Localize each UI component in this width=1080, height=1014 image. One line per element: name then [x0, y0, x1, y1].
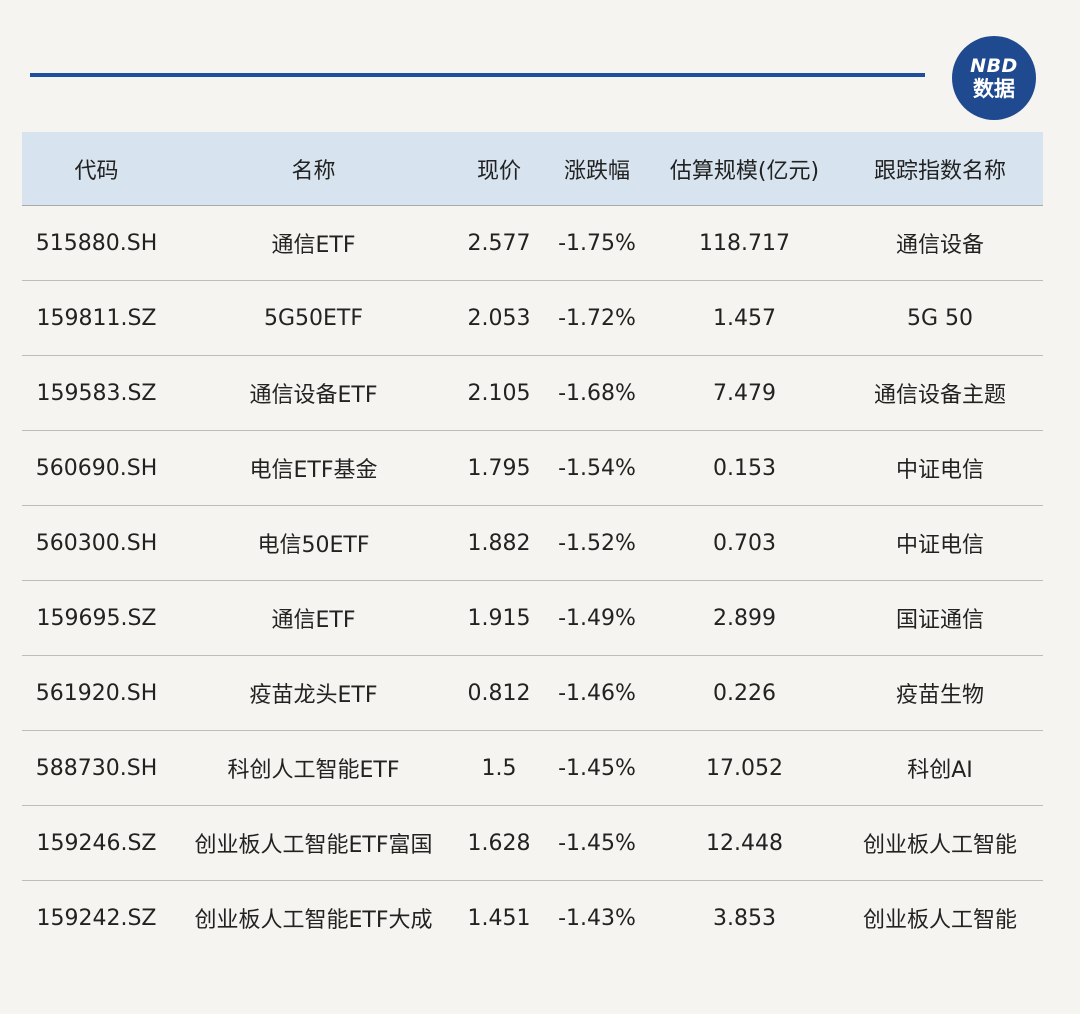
cell-price: 1.5	[456, 730, 542, 806]
cell-code: 560690.SH	[22, 430, 171, 506]
cell-size: 17.052	[652, 730, 837, 806]
cell-code: 159242.SZ	[36, 905, 157, 931]
nbd-data-logo: NBD 数据	[952, 36, 1036, 120]
cell-price: 1.795	[456, 430, 542, 506]
logo-line-1: NBD	[970, 54, 1018, 77]
cell-name: 电信ETF基金	[171, 430, 456, 506]
table-row: 159695.SZ 通信ETF 1.915 -1.49% 2.899 国证通信	[22, 580, 1043, 656]
cell-index: 创业板人工智能	[862, 908, 1017, 933]
cell-name: 通信ETF	[171, 205, 456, 281]
table-row: 159242.SZ 创业板人工智能ETF大成 1.451 -1.43% 3.853 创业板…	[22, 881, 1043, 956]
table-row: 560300.SH 电信50ETF 1.882 -1.52% 0.703 中证电信	[22, 505, 1043, 581]
cell-index: 科创AI	[837, 730, 1043, 806]
cell-change: -1.49%	[542, 580, 652, 656]
cell-code: 159695.SZ	[22, 580, 171, 656]
cell-price: 2.577	[456, 205, 542, 281]
cell-price: 1.628	[456, 805, 542, 881]
cell-change: -1.43%	[558, 905, 636, 931]
cell-code: 588730.SH	[22, 730, 171, 806]
cell-index: 中证电信	[837, 430, 1043, 506]
header-code: 代码	[22, 132, 171, 206]
cell-index: 通信设备	[837, 205, 1043, 281]
table-row: 515880.SH 通信ETF 2.577 -1.75% 118.717 通信设备	[22, 205, 1043, 281]
cell-change: -1.45%	[542, 730, 652, 806]
header-name: 名称	[171, 132, 456, 206]
header-change: 涨跌幅	[542, 132, 652, 206]
cell-index: 国证通信	[837, 580, 1043, 656]
cell-name: 科创人工智能ETF	[171, 730, 456, 806]
cell-size: 1.457	[652, 280, 837, 356]
cell-size: 0.153	[652, 430, 837, 506]
cell-code: 159811.SZ	[22, 280, 171, 356]
cell-code: 561920.SH	[22, 655, 171, 731]
table-row: 560690.SH 电信ETF基金 1.795 -1.54% 0.153 中证电信	[22, 430, 1043, 506]
cell-name: 5G50ETF	[171, 280, 456, 356]
cell-name: 疫苗龙头ETF	[171, 655, 456, 731]
cell-name: 通信设备ETF	[171, 355, 456, 431]
header-rule	[30, 73, 925, 77]
cell-size: 0.703	[652, 505, 837, 581]
cell-price: 0.812	[456, 655, 542, 731]
cell-name: 通信ETF	[171, 580, 456, 656]
cell-price: 2.053	[456, 280, 542, 356]
cell-code: 515880.SH	[22, 205, 171, 281]
cell-code: 159246.SZ	[22, 805, 171, 881]
table-row: 159246.SZ 创业板人工智能ETF富国 1.628 -1.45% 12.448 创业…	[22, 805, 1043, 881]
cell-index: 5G 50	[837, 280, 1043, 356]
cell-name: 创业板人工智能ETF富国	[171, 805, 456, 881]
cell-code: 560300.SH	[22, 505, 171, 581]
cell-index: 创业板人工智能	[837, 805, 1043, 881]
cell-size: 12.448	[652, 805, 837, 881]
header-price: 现价	[456, 132, 542, 206]
cell-price: 1.915	[456, 580, 542, 656]
cell-price: 1.451	[467, 905, 531, 931]
table-row: 159583.SZ 通信设备ETF 2.105 -1.68% 7.479 通信设备主题	[22, 355, 1043, 431]
cell-change: -1.54%	[542, 430, 652, 506]
cell-name: 电信50ETF	[171, 505, 456, 581]
cell-index: 疫苗生物	[837, 655, 1043, 731]
table-row: 588730.SH 科创人工智能ETF 1.5 -1.45% 17.052 科创AI	[22, 730, 1043, 806]
logo-line-2: 数据	[973, 76, 1015, 101]
cell-name: 创业板人工智能ETF大成	[194, 908, 433, 933]
cell-change: -1.72%	[542, 280, 652, 356]
cell-change: -1.45%	[542, 805, 652, 881]
cell-change: -1.68%	[542, 355, 652, 431]
cell-size: 2.899	[652, 580, 837, 656]
cell-size: 118.717	[652, 205, 837, 281]
cell-change: -1.75%	[542, 205, 652, 281]
cell-price: 1.882	[456, 505, 542, 581]
table-body: 515880.SH 通信ETF 2.577 -1.75% 118.717 通信设备 1598…	[22, 205, 1043, 956]
header-size: 估算规模(亿元)	[652, 132, 837, 206]
table-row: 561920.SH 疫苗龙头ETF 0.812 -1.46% 0.226 疫苗生物	[22, 655, 1043, 731]
cell-size: 3.853	[713, 905, 776, 931]
cell-index: 通信设备主题	[837, 355, 1043, 431]
etf-table: 代码 名称 现价 涨跌幅 估算规模(亿元) 跟踪指数名称 515880.SH 通信…	[22, 132, 1043, 955]
cell-size: 7.479	[652, 355, 837, 431]
cell-price: 2.105	[456, 355, 542, 431]
cell-code: 159583.SZ	[22, 355, 171, 431]
table-header-row: 代码 名称 现价 涨跌幅 估算规模(亿元) 跟踪指数名称	[22, 132, 1043, 206]
cell-index: 中证电信	[837, 505, 1043, 581]
table-row: 159811.SZ 5G50ETF 2.053 -1.72% 1.457 5G 50	[22, 280, 1043, 356]
cell-change: -1.52%	[542, 505, 652, 581]
cell-size: 0.226	[652, 655, 837, 731]
header-index: 跟踪指数名称	[837, 132, 1043, 206]
cell-change: -1.46%	[542, 655, 652, 731]
